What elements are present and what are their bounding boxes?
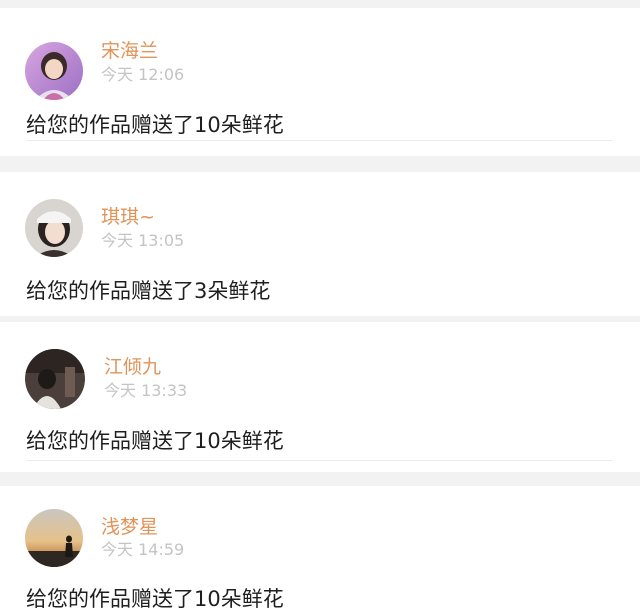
notification-message: 给您的作品赠送了3朵鲜花 [26, 279, 271, 303]
avatar-dark-scene-icon [25, 349, 85, 409]
notification-card[interactable]: 江倾九 今天 13:33 给您的作品赠送了10朵鲜花 [0, 322, 640, 472]
notification-message: 给您的作品赠送了10朵鲜花 [26, 113, 284, 137]
timestamp: 今天 13:33 [104, 381, 188, 400]
notification-card[interactable]: 浅梦星 今天 14:59 给您的作品赠送了10朵鲜花 [0, 486, 640, 615]
avatar-girl-purple-icon [25, 42, 83, 100]
notification-message: 给您的作品赠送了10朵鲜花 [26, 429, 284, 453]
user-avatar[interactable] [25, 199, 83, 257]
timestamp: 今天 13:05 [101, 231, 185, 250]
user-avatar[interactable] [25, 42, 83, 100]
notification-message: 给您的作品赠送了10朵鲜花 [26, 587, 284, 611]
sender-name[interactable]: 浅梦星 [101, 516, 158, 538]
timestamp: 今天 12:06 [101, 65, 185, 84]
sender-name[interactable]: 江倾九 [104, 356, 161, 378]
timestamp: 今天 14:59 [101, 540, 185, 559]
sender-name[interactable]: 宋海兰 [101, 40, 158, 62]
sender-name[interactable]: 琪琪~ [101, 206, 155, 228]
divider [26, 140, 612, 141]
notification-card[interactable]: 琪琪~ 今天 13:05 给您的作品赠送了3朵鲜花 [0, 172, 640, 316]
notification-card[interactable]: 宋海兰 今天 12:06 给您的作品赠送了10朵鲜花 [0, 8, 640, 156]
user-avatar[interactable] [25, 509, 83, 567]
divider [26, 460, 612, 461]
avatar-sunset-silhouette-icon [25, 509, 83, 567]
user-avatar[interactable] [25, 349, 85, 409]
avatar-girl-cap-icon [25, 199, 83, 257]
